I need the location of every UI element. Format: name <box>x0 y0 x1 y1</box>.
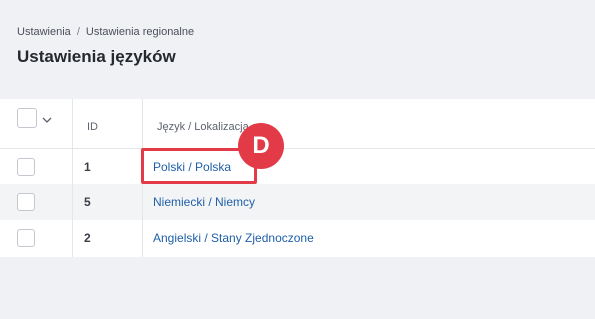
table-row: 2 Angielski / Stany Zjednoczone <box>0 220 595 257</box>
languages-table: ID Język / Lokalizacja 1 Polski / Polska… <box>0 99 595 257</box>
row-language-link[interactable]: Angielski / Stany Zjednoczone <box>153 231 314 245</box>
table-header-row: ID Język / Lokalizacja <box>0 99 595 149</box>
column-header-id[interactable]: ID <box>87 121 98 133</box>
row-id: 2 <box>84 231 91 245</box>
row-id: 1 <box>84 160 91 174</box>
page-title: Ustawienia języków <box>17 47 176 66</box>
row-language-link[interactable]: Niemiecki / Niemcy <box>153 195 255 209</box>
breadcrumb-item-regional-settings[interactable]: Ustawienia regionalne <box>86 26 194 38</box>
breadcrumb-separator: / <box>76 26 80 38</box>
select-all-checkbox[interactable] <box>17 108 37 128</box>
chevron-down-icon[interactable] <box>42 117 52 124</box>
row-checkbox[interactable] <box>17 158 35 176</box>
annotation-marker: D <box>238 123 284 169</box>
breadcrumb-item-settings[interactable]: Ustawienia <box>17 26 71 38</box>
row-checkbox[interactable] <box>17 193 35 211</box>
table-row: 1 Polski / Polska <box>0 149 595 184</box>
row-id: 5 <box>84 195 91 209</box>
table-row: 5 Niemiecki / Niemcy <box>0 184 595 220</box>
column-divider <box>72 99 73 257</box>
column-header-language[interactable]: Język / Lokalizacja <box>157 121 249 133</box>
row-checkbox[interactable] <box>17 229 35 247</box>
breadcrumb: Ustawienia / Ustawienia regionalne <box>17 26 194 38</box>
